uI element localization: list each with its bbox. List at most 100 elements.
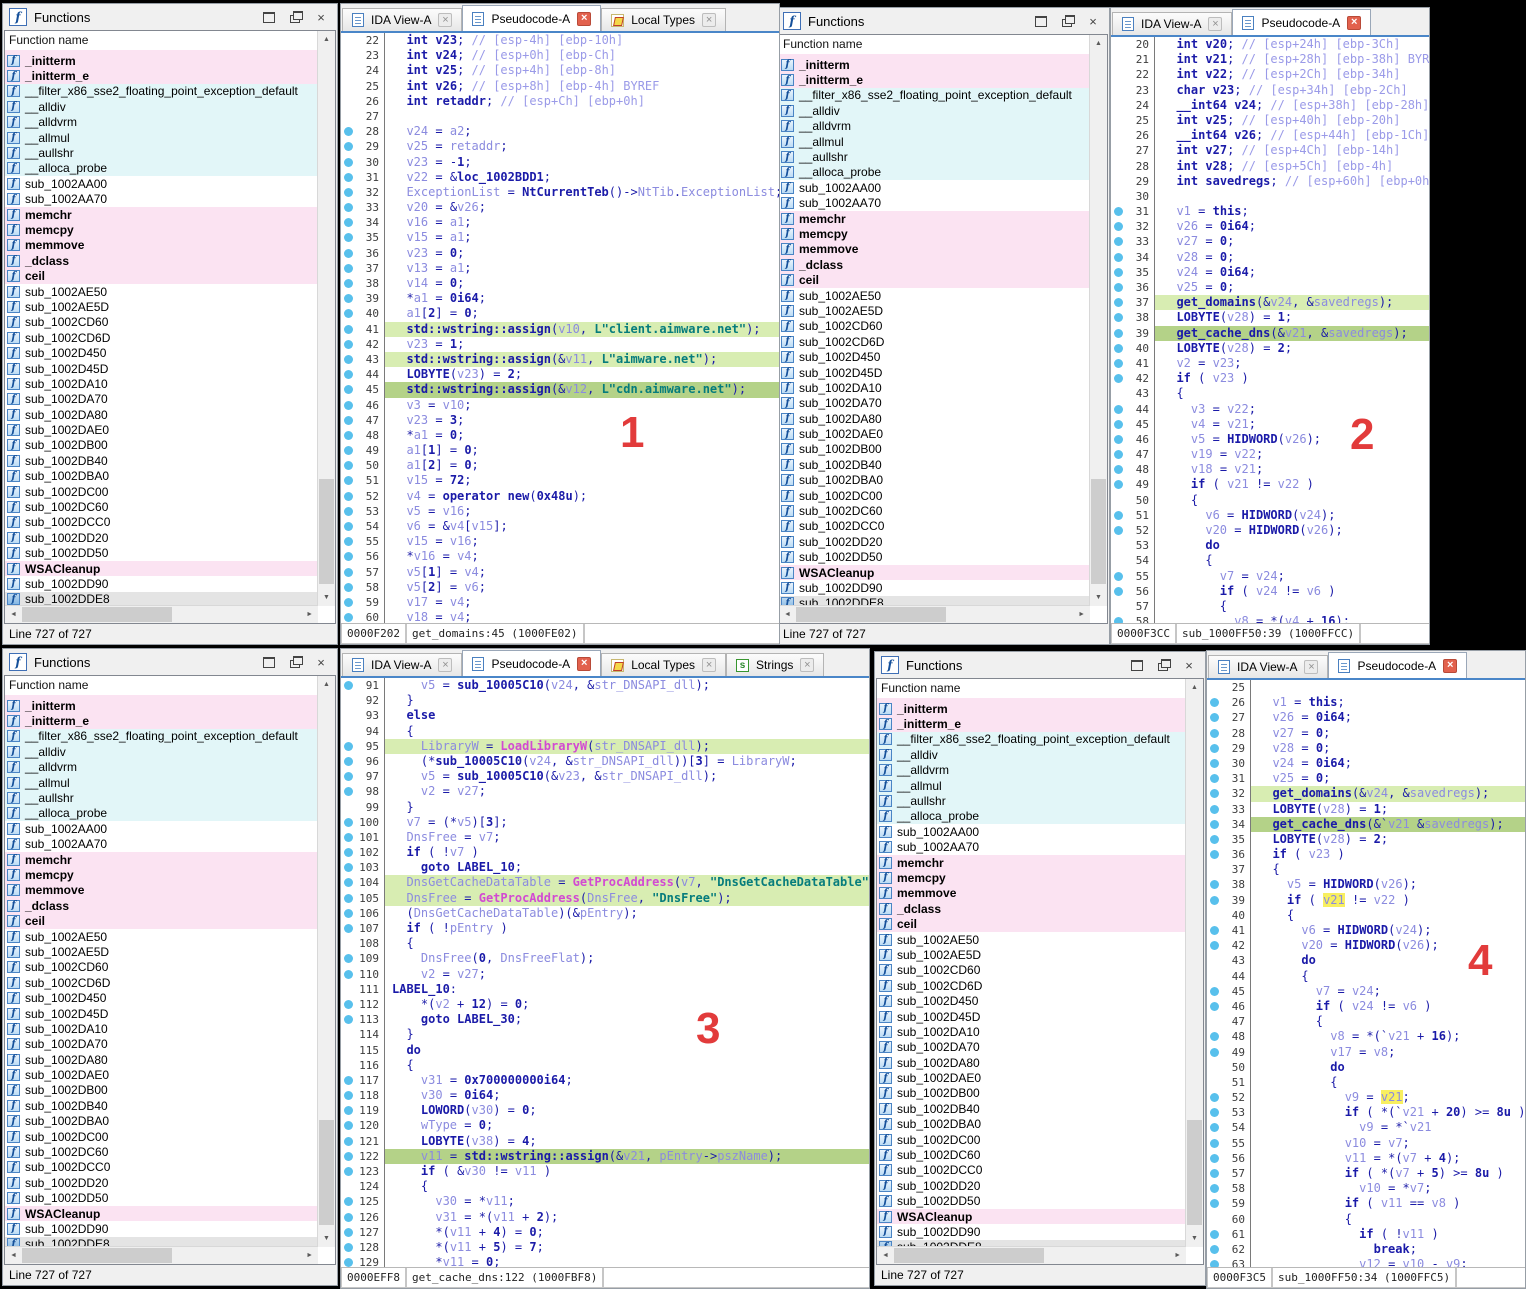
function-row[interactable]: f__alloca_probe bbox=[877, 809, 1186, 824]
code-line[interactable]: 56 *v16 = v4; bbox=[341, 549, 779, 564]
gutter[interactable]: 34 bbox=[1207, 817, 1251, 832]
gutter[interactable]: 29 bbox=[1111, 174, 1155, 189]
function-row[interactable]: fmemcpy bbox=[5, 222, 318, 237]
gutter[interactable]: 48 bbox=[1111, 462, 1155, 477]
gutter[interactable]: 45 bbox=[341, 382, 385, 397]
maximize-button[interactable] bbox=[261, 655, 277, 669]
column-header-function-name[interactable]: Function name bbox=[5, 31, 335, 50]
function-row[interactable]: fsub_1002DC60 bbox=[779, 503, 1090, 518]
code-line[interactable]: 118 v30 = 0i64; bbox=[341, 1088, 869, 1103]
function-row[interactable]: fsub_1002DA70 bbox=[5, 1037, 318, 1052]
code-line[interactable]: 30 bbox=[1111, 189, 1429, 204]
breakpoint-dot-icon[interactable] bbox=[344, 492, 353, 501]
function-row[interactable]: f__alldvrm bbox=[5, 115, 318, 130]
float-button[interactable] bbox=[1155, 658, 1171, 672]
function-row[interactable]: fsub_1002DC00 bbox=[779, 488, 1090, 503]
scrollbar-thumb[interactable] bbox=[1187, 1120, 1202, 1225]
code-line[interactable]: 38 LOBYTE(v28) = 1; bbox=[1111, 310, 1429, 325]
code-line[interactable]: 127 *(v11 + 4) = 0; bbox=[341, 1225, 869, 1240]
gutter[interactable]: 43 bbox=[1111, 386, 1155, 401]
code-line[interactable]: 23 int v24; // [esp+0h] [ebp-Ch] bbox=[341, 48, 779, 63]
function-row[interactable]: fsub_1002DA10 bbox=[877, 1024, 1186, 1039]
gutter[interactable]: 48 bbox=[1207, 1029, 1251, 1044]
breakpoint-dot-icon[interactable] bbox=[1114, 268, 1123, 277]
close-icon[interactable]: × bbox=[702, 13, 716, 27]
gutter[interactable]: 46 bbox=[1111, 432, 1155, 447]
gutter[interactable]: 96 bbox=[341, 754, 385, 769]
gutter[interactable]: 93 bbox=[341, 708, 385, 723]
function-row[interactable]: fsub_1002DA80 bbox=[5, 407, 318, 422]
breakpoint-dot-icon[interactable] bbox=[1210, 1048, 1219, 1057]
close-button[interactable]: × bbox=[1085, 14, 1101, 28]
breakpoint-dot-icon[interactable] bbox=[344, 552, 353, 561]
code-line[interactable]: 116 { bbox=[341, 1058, 869, 1073]
code-line[interactable]: 31 v25 = 0; bbox=[1207, 771, 1525, 786]
function-row[interactable]: f__allmul bbox=[877, 778, 1186, 793]
breakpoint-dot-icon[interactable] bbox=[1114, 526, 1123, 535]
gutter[interactable]: 94 bbox=[341, 724, 385, 739]
code-line[interactable]: 59 if ( v11 == v8 ) bbox=[1207, 1196, 1525, 1211]
gutter[interactable]: 34 bbox=[1111, 250, 1155, 265]
function-row[interactable]: fsub_1002CD60 bbox=[779, 319, 1090, 334]
breakpoint-dot-icon[interactable] bbox=[1210, 835, 1219, 844]
gutter[interactable]: 107 bbox=[341, 921, 385, 936]
breakpoint-dot-icon[interactable] bbox=[1210, 926, 1219, 935]
breakpoint-dot-icon[interactable] bbox=[344, 294, 353, 303]
gutter[interactable]: 46 bbox=[1207, 999, 1251, 1014]
code-line[interactable]: 47 v19 = v22; bbox=[1111, 447, 1429, 462]
gutter[interactable]: 44 bbox=[1207, 969, 1251, 984]
breakpoint-dot-icon[interactable] bbox=[1114, 359, 1123, 368]
code-line[interactable]: 119 LOWORD(v30) = 0; bbox=[341, 1103, 869, 1118]
function-row[interactable]: f_dclass bbox=[877, 901, 1186, 916]
breakpoint-dot-icon[interactable] bbox=[344, 613, 353, 622]
function-row[interactable]: fsub_1002DA10 bbox=[779, 380, 1090, 395]
function-row[interactable]: f__alldvrm bbox=[779, 119, 1090, 134]
function-row[interactable]: fsub_1002AE5D bbox=[5, 944, 318, 959]
scrollbar-thumb[interactable] bbox=[22, 1248, 172, 1263]
gutter[interactable]: 50 bbox=[1207, 1060, 1251, 1075]
gutter[interactable]: 24 bbox=[341, 63, 385, 78]
function-row[interactable]: fsub_1002DBA0 bbox=[779, 473, 1090, 488]
code-line[interactable]: 49 if ( v21 != v22 ) bbox=[1111, 477, 1429, 492]
code-line[interactable]: 32 get_domains(&v24, &savedregs); bbox=[1207, 786, 1525, 801]
function-row[interactable]: f_dclass bbox=[5, 898, 318, 913]
code-line[interactable]: 91 v5 = sub_10005C10(v24, &str_DNSAPI_dl… bbox=[341, 678, 869, 693]
code-line[interactable]: 102 if ( !v7 ) bbox=[341, 845, 869, 860]
code-line[interactable]: 41 v2 = v23; bbox=[1111, 356, 1429, 371]
gutter[interactable]: 110 bbox=[341, 967, 385, 982]
function-row[interactable]: f__filter_x86_sse2_floating_point_except… bbox=[877, 732, 1186, 747]
breakpoint-dot-icon[interactable] bbox=[344, 385, 353, 394]
breakpoint-dot-icon[interactable] bbox=[1114, 617, 1123, 623]
function-row[interactable]: fsub_1002DC60 bbox=[5, 1144, 318, 1159]
function-row[interactable]: fsub_1002DD50 bbox=[779, 550, 1090, 565]
gutter[interactable]: 40 bbox=[1207, 908, 1251, 923]
gutter[interactable]: 30 bbox=[1111, 189, 1155, 204]
code-line[interactable]: 48 v8 = *(`v21 + 16); bbox=[1207, 1029, 1525, 1044]
breakpoint-dot-icon[interactable] bbox=[344, 1167, 353, 1176]
gutter[interactable]: 116 bbox=[341, 1058, 385, 1073]
gutter[interactable]: 37 bbox=[1111, 295, 1155, 310]
function-row[interactable]: f_initterm bbox=[5, 698, 318, 713]
code-line[interactable]: 35 v15 = a1; bbox=[341, 230, 779, 245]
code-line[interactable]: 48 *a1 = 0; bbox=[341, 428, 779, 443]
breakpoint-dot-icon[interactable] bbox=[344, 568, 353, 577]
code-line[interactable]: 55 v7 = v24; bbox=[1111, 569, 1429, 584]
code-line[interactable]: 113 goto LABEL_30; bbox=[341, 1012, 869, 1027]
code-line[interactable]: 128 *(v11 + 5) = 7; bbox=[341, 1240, 869, 1255]
breakpoint-dot-icon[interactable] bbox=[1210, 759, 1219, 768]
gutter[interactable]: 47 bbox=[1207, 1014, 1251, 1029]
gutter[interactable]: 44 bbox=[1111, 402, 1155, 417]
code-line[interactable]: 45 v4 = v21; bbox=[1111, 417, 1429, 432]
breakpoint-dot-icon[interactable] bbox=[344, 818, 353, 827]
code-line[interactable]: 55 v15 = v16; bbox=[341, 534, 779, 549]
breakpoint-dot-icon[interactable] bbox=[1210, 789, 1219, 798]
code-line[interactable]: 53 if ( *(`v21 + 20) >= 8u ) bbox=[1207, 1105, 1525, 1120]
breakpoint-dot-icon[interactable] bbox=[1210, 850, 1219, 859]
code-line[interactable]: 48 v18 = v21; bbox=[1111, 462, 1429, 477]
function-row[interactable]: fmemmove bbox=[5, 238, 318, 253]
breakpoint-dot-icon[interactable] bbox=[344, 598, 353, 607]
function-row[interactable]: f_dclass bbox=[779, 257, 1090, 272]
breakpoint-dot-icon[interactable] bbox=[344, 249, 353, 258]
breakpoint-dot-icon[interactable] bbox=[344, 476, 353, 485]
code-line[interactable]: 36 v23 = 0; bbox=[341, 246, 779, 261]
